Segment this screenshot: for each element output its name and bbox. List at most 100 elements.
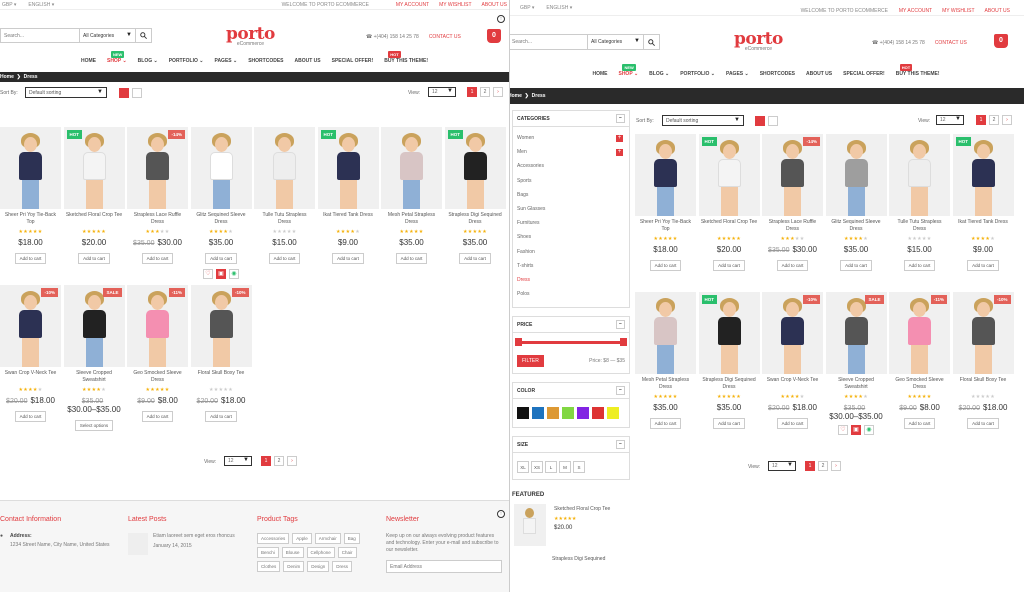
product-image[interactable] xyxy=(444,127,506,209)
nav-item-buy-this-theme[interactable]: BUY THIS THEME! HOT xyxy=(384,51,428,64)
category-item[interactable]: Men + xyxy=(517,145,625,159)
add-to-cart-button[interactable]: Add to cart xyxy=(205,253,237,264)
add-to-cart-button[interactable]: Add to cart xyxy=(141,411,174,422)
product-image[interactable] xyxy=(889,134,950,216)
product-tag[interactable]: Chair xyxy=(337,547,357,558)
breadcrumb-home[interactable]: Home xyxy=(0,74,14,80)
size-option[interactable]: L xyxy=(545,461,557,474)
product-tag[interactable]: Apple xyxy=(292,533,312,544)
color-swatch[interactable] xyxy=(562,407,574,420)
eye-icon[interactable]: ◉ xyxy=(864,425,874,435)
logo[interactable]: porto eCommerce xyxy=(226,26,275,48)
collapse-icon[interactable]: − xyxy=(616,440,625,450)
product-image[interactable] xyxy=(0,127,61,209)
price-slider-track[interactable] xyxy=(517,341,625,345)
cart-icon-right[interactable]: 0 xyxy=(994,34,1008,48)
featured-name-2[interactable]: Strapless Digi Sequined xyxy=(512,556,630,562)
category-item[interactable]: T-shirts xyxy=(517,259,625,273)
product-tag[interactable]: Cellphone xyxy=(306,547,335,558)
nav-item-special-offer[interactable]: SPECIAL OFFER! xyxy=(843,71,885,77)
add-to-cart-button[interactable]: Add to cart xyxy=(78,253,110,264)
product-name[interactable]: Geo Smocked Sleeve Dress xyxy=(889,377,950,391)
heart-icon[interactable]: ♡ xyxy=(838,425,848,435)
product-image[interactable] xyxy=(190,127,252,209)
add-to-cart-button[interactable]: Add to cart xyxy=(459,253,491,264)
product-tag[interactable]: Design xyxy=(307,561,330,572)
my-account-link-right[interactable]: MY ACCOUNT xyxy=(899,8,932,14)
wishlist-link-right[interactable]: MY WISHLIST xyxy=(942,8,974,14)
product-image[interactable] xyxy=(254,127,315,209)
product-tag[interactable]: Armchair xyxy=(314,533,341,544)
product-image[interactable] xyxy=(635,292,696,374)
product-name[interactable]: Floral Skull Boxy Tee xyxy=(191,370,252,384)
category-item[interactable]: Bags xyxy=(517,188,625,202)
nav-item-shortcodes[interactable]: SHORTCODES xyxy=(760,71,795,77)
product-image[interactable] xyxy=(381,127,442,209)
about-link[interactable]: ABOUT US xyxy=(482,2,507,8)
category-select[interactable]: All Categories xyxy=(80,28,136,43)
add-to-cart-button[interactable]: Add to cart xyxy=(713,260,745,271)
product-image[interactable] xyxy=(952,292,1014,374)
view-select-bottom-right[interactable]: 12 xyxy=(768,461,796,471)
nav-item-about-us[interactable]: ABOUT US xyxy=(806,71,832,77)
nav-item-home[interactable]: HOME xyxy=(592,71,607,77)
product-image[interactable] xyxy=(190,285,252,367)
size-option[interactable]: XS xyxy=(531,461,543,474)
product-name[interactable]: Strapless Digi Sequined Dress xyxy=(699,377,760,391)
grid-view-icon-right[interactable] xyxy=(755,116,765,126)
view-select-bottom[interactable]: 12 xyxy=(224,456,252,466)
product-name[interactable]: Geo Smocked Sleeve Dress xyxy=(127,370,188,384)
product-name[interactable]: Ikat Tiered Tank Dress xyxy=(318,212,379,226)
product-name[interactable]: Mesh Petal Strapless Dress xyxy=(635,377,696,391)
next-page-button[interactable]: › xyxy=(493,87,503,97)
product-image[interactable] xyxy=(63,285,125,367)
size-option[interactable]: XL xyxy=(517,461,529,474)
featured-thumbnail[interactable] xyxy=(514,504,546,547)
search-button-right[interactable] xyxy=(644,34,660,50)
add-to-cart-button[interactable]: Add to cart xyxy=(332,253,364,264)
cart-icon[interactable]: 0 xyxy=(487,29,501,43)
product-image[interactable] xyxy=(825,292,887,374)
nav-item-buy-this-theme[interactable]: BUY THIS THEME! HOT xyxy=(896,64,940,77)
collapse-icon[interactable]: − xyxy=(616,320,625,330)
page-2-button[interactable]: 2 xyxy=(480,87,490,97)
featured-name[interactable]: Sketched Floral Crop Tee xyxy=(554,506,610,512)
product-image[interactable] xyxy=(952,134,1014,216)
page-2-button-right[interactable]: 2 xyxy=(989,115,999,125)
product-name[interactable]: Strapless Digi Sequined Dress xyxy=(445,212,506,226)
color-swatch[interactable] xyxy=(607,407,619,420)
product-name[interactable]: Swan Crop V-Neck Tee xyxy=(762,377,823,391)
currency-select[interactable]: GBP ▾ xyxy=(2,2,16,8)
product-image[interactable] xyxy=(825,134,887,216)
nav-item-blog[interactable]: BLOG ⌄ xyxy=(649,71,669,77)
product-name[interactable]: Sketched Floral Crop Tee xyxy=(64,212,125,226)
eye-icon[interactable]: ◉ xyxy=(229,269,239,279)
currency-select-right[interactable]: GBP ▾ xyxy=(520,5,534,11)
category-item[interactable]: Sports xyxy=(517,174,625,188)
my-account-link[interactable]: MY ACCOUNT xyxy=(396,2,429,8)
sort-select[interactable]: Default sorting xyxy=(25,87,107,98)
nav-item-shortcodes[interactable]: SHORTCODES xyxy=(248,58,283,64)
nav-item-portfolio[interactable]: PORTFOLIO ⌄ xyxy=(169,58,204,64)
scroll-top-icon-footer[interactable]: ↑ xyxy=(497,510,505,518)
product-image[interactable] xyxy=(317,127,379,209)
add-to-cart-button[interactable]: Add to cart xyxy=(649,418,682,429)
price-slider-min-handle[interactable] xyxy=(515,338,522,347)
nav-item-shop[interactable]: SHOP ⌄ NEW xyxy=(618,64,638,77)
size-option[interactable]: S xyxy=(573,461,585,474)
nav-item-home[interactable]: HOME xyxy=(81,58,96,64)
product-name[interactable]: Tulle Tutu Strapless Dress xyxy=(889,219,950,233)
cart-icon[interactable]: ▣ xyxy=(216,269,226,279)
add-to-cart-button[interactable]: Add to cart xyxy=(776,260,809,271)
add-to-cart-button[interactable]: Add to cart xyxy=(141,253,174,264)
cart-icon[interactable]: ▣ xyxy=(851,425,861,435)
contact-link-right[interactable]: CONTACT US xyxy=(935,40,967,46)
search-button[interactable] xyxy=(136,28,152,43)
product-name[interactable]: Sleeve Cropped Sweatshirt xyxy=(64,370,125,384)
color-swatch[interactable] xyxy=(577,407,589,420)
wishlist-link[interactable]: MY WISHLIST xyxy=(439,2,471,8)
product-name[interactable]: Sleeve Cropped Sweatshirt xyxy=(826,377,887,391)
page-2-bottom-right[interactable]: 2 xyxy=(818,461,828,471)
featured-item[interactable]: Sketched Floral Crop Tee ★★★★★ $20.00 xyxy=(512,504,630,554)
page-1-bottom-right[interactable]: 1 xyxy=(805,461,815,471)
